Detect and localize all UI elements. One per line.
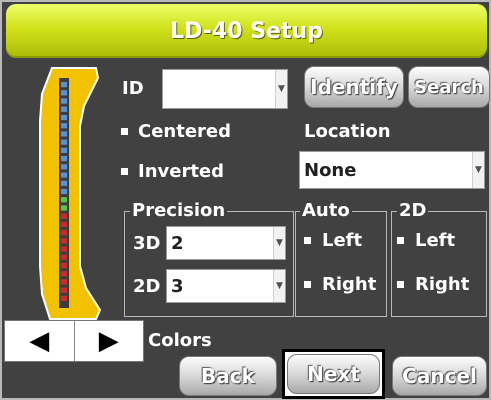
inverted-checkbox[interactable] [121,168,128,175]
precision-3d-label: 3D [133,233,161,254]
color-nav: ◀ ▶ [4,320,144,362]
led-indicator [61,139,67,145]
chevron-down-icon[interactable]: ▼ [273,270,285,302]
precision-2d-dropdown[interactable]: 3 ▼ [166,269,286,303]
led-indicator [61,114,67,121]
chevron-down-icon[interactable]: ▼ [273,227,285,259]
two-d-legend: 2D [397,200,429,221]
led-indicator [61,156,67,162]
two-d-group [391,211,487,317]
device-body [39,67,102,320]
next-button[interactable]: Next [287,354,380,394]
led-indicator [61,90,67,96]
led-indicator [61,98,67,104]
auto-right-label: Right [322,274,377,295]
led-indicator [61,197,67,203]
centered-label: Centered [138,121,232,142]
led-indicator [61,271,67,277]
identify-button[interactable]: Identify [304,66,404,108]
led-indicator [61,106,67,112]
location-label: Location [304,121,391,142]
location-value: None [304,159,357,181]
led-indicator [61,287,67,293]
led-indicator [61,238,67,244]
led-indicator [61,164,67,170]
id-dropdown[interactable]: ▼ [162,69,288,109]
led-indicator [61,172,67,178]
precision-legend: Precision [130,200,228,221]
precision-2d-label: 2D [133,276,161,297]
chevron-down-icon[interactable]: ▼ [472,152,484,188]
auto-left-checkbox[interactable] [304,237,311,244]
two-d-right-checkbox[interactable] [397,281,404,288]
led-indicator [61,213,67,219]
chevron-down-icon[interactable]: ▼ [275,70,287,108]
previous-arrow-icon[interactable]: ◀ [5,321,74,361]
led-indicator [61,279,67,285]
auto-group [295,211,387,317]
colors-label: Colors [148,330,212,351]
led-indicator [61,254,67,260]
led-indicator [61,262,67,269]
window-title: LD-40 Setup [170,18,323,44]
back-button[interactable]: Back [179,356,277,396]
ld40-setup-dialog: LD-40 Setup ID ▼ Identify Search Centere… [0,0,491,400]
centered-checkbox[interactable] [121,128,128,135]
led-indicator [61,123,67,129]
two-d-left-label: Left [415,230,456,251]
two-d-left-checkbox[interactable] [397,237,404,244]
inverted-label: Inverted [138,161,225,182]
led-indicator [61,131,67,137]
precision-3d-dropdown[interactable]: 2 ▼ [166,226,286,260]
auto-left-label: Left [322,230,363,251]
title-bar: LD-40 Setup [6,4,487,58]
led-indicator [61,82,67,88]
cancel-button[interactable]: Cancel [392,356,487,396]
led-indicator [61,180,67,186]
next-arrow-icon[interactable]: ▶ [75,321,144,361]
led-indicator [61,221,67,227]
led-indicator [61,295,67,301]
location-dropdown[interactable]: None ▼ [299,151,485,189]
two-d-right-label: Right [415,274,470,295]
led-indicator [61,188,67,195]
search-button[interactable]: Search [408,66,490,108]
led-indicator [61,205,67,211]
led-indicator [61,246,67,252]
auto-legend: Auto [300,200,352,221]
id-label: ID [122,78,144,99]
led-indicator [61,230,67,236]
precision-3d-value: 2 [171,232,184,254]
ld40-device-image [39,67,102,320]
led-indicator [61,147,67,153]
precision-2d-value: 3 [171,275,184,297]
auto-right-checkbox[interactable] [304,281,311,288]
